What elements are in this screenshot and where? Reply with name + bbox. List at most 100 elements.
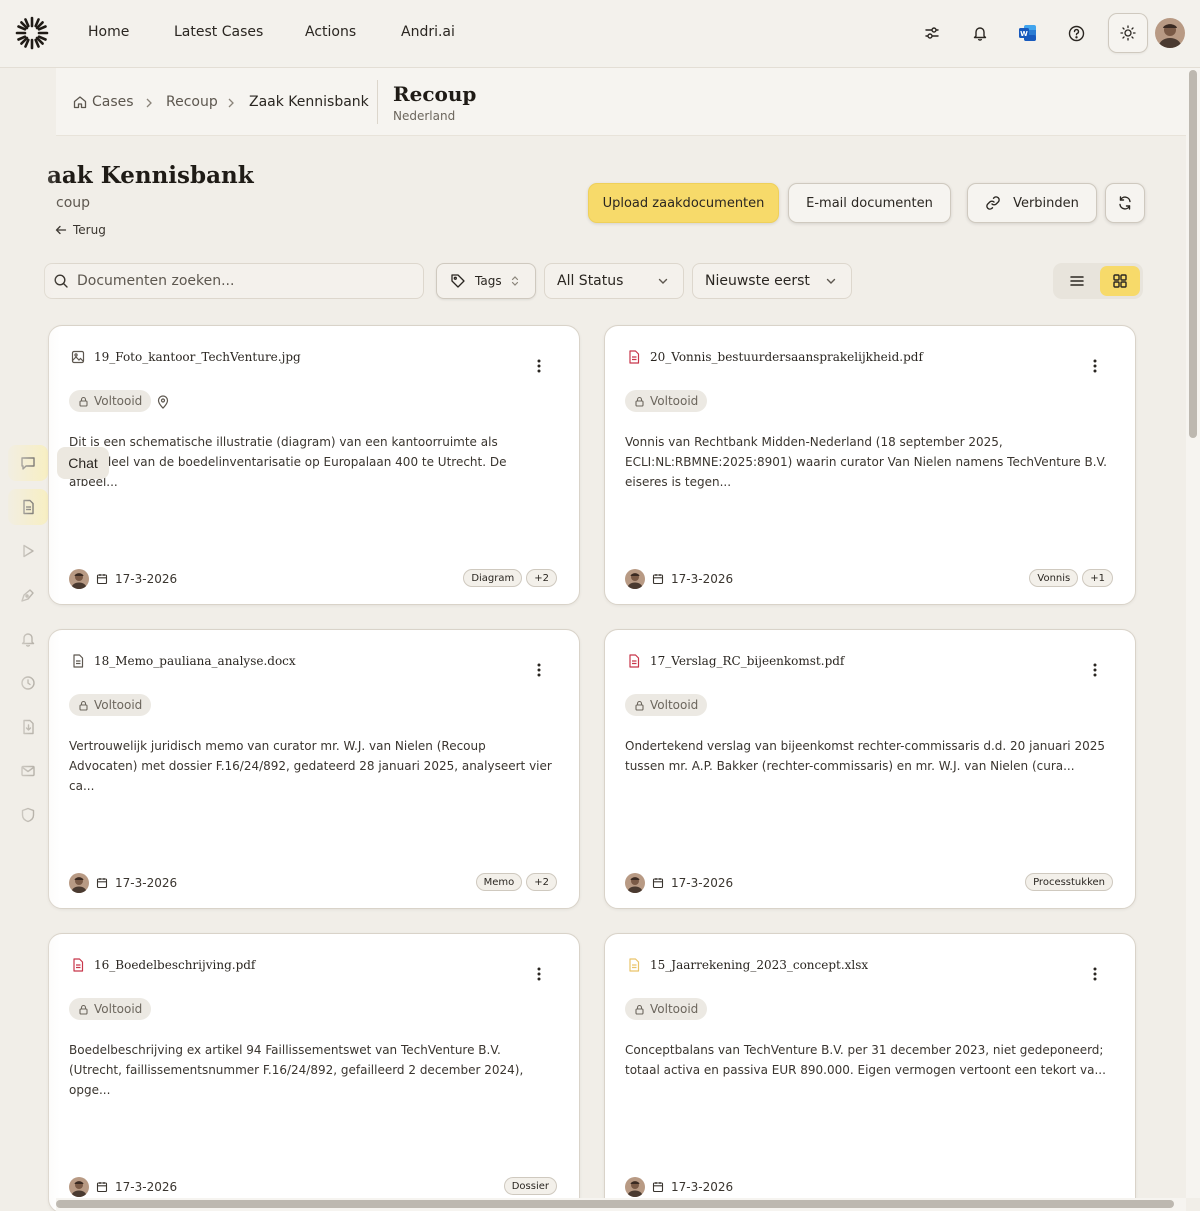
link-icon [986, 196, 1000, 210]
location-pin-icon[interactable] [157, 394, 169, 413]
status-label: Voltooid [650, 394, 699, 408]
upload-documents-button[interactable]: Upload zaakdocumenten [588, 183, 779, 223]
list-view-button[interactable] [1057, 266, 1097, 296]
more-options-icon[interactable] [531, 964, 547, 984]
document-date-value: 17-3-2026 [671, 876, 734, 890]
grid-view-button[interactable] [1100, 266, 1140, 296]
bell-icon [21, 633, 35, 647]
document-tag[interactable]: Processtukken [1025, 873, 1113, 891]
document-filename: 16_Boedelbeschrijving.pdf [94, 958, 256, 972]
search-input[interactable] [77, 264, 417, 298]
play-icon [23, 544, 34, 558]
bell-icon[interactable] [968, 21, 992, 45]
breadcrumb-recoup[interactable]: Recoup [166, 94, 218, 110]
document-date: 17-3-2026 [652, 1177, 733, 1197]
status-label: Voltooid [650, 1002, 699, 1016]
page-subtitle: coup [56, 195, 91, 211]
lock-icon [78, 1004, 89, 1015]
calendar-icon [652, 573, 664, 585]
document-card[interactable]: 18_Memo_pauliana_analyse.docx Voltooid Ver… [48, 629, 580, 909]
status-badge: Voltooid [625, 998, 708, 1020]
uploader-avatar [625, 569, 645, 589]
sidebar-run-button[interactable] [8, 533, 48, 569]
list-icon [1070, 276, 1084, 286]
document-filename-row[interactable]: 15_Jaarrekening_2023_concept.xlsx [627, 958, 868, 972]
upload-documents-label: Upload zaakdocumenten [602, 195, 765, 211]
more-options-icon[interactable] [531, 356, 547, 376]
theme-toggle-button[interactable] [1108, 13, 1148, 53]
home-icon[interactable] [73, 95, 87, 109]
tags-filter-button[interactable]: Tags [436, 263, 536, 299]
document-date-value: 17-3-2026 [671, 572, 734, 586]
email-documents-button[interactable]: E-mail documenten [788, 183, 951, 223]
help-icon[interactable] [1064, 21, 1088, 45]
document-tag[interactable]: +2 [526, 873, 557, 891]
sidebar-security-button[interactable] [8, 797, 48, 833]
sliders-icon[interactable] [920, 21, 944, 45]
document-filename-row[interactable]: 16_Boedelbeschrijving.pdf [71, 958, 255, 972]
back-link[interactable]: Terug [55, 223, 106, 237]
breadcrumb-current: Zaak Kennisbank [249, 94, 369, 110]
status-select[interactable]: All Status [544, 263, 684, 299]
sidebar-mail-button[interactable] [8, 753, 48, 789]
sort-select[interactable]: Nieuwste eerst [692, 263, 852, 299]
more-options-icon[interactable] [1087, 964, 1103, 984]
case-country: Nederland [393, 109, 456, 123]
breadcrumb-cases[interactable]: Cases [92, 94, 134, 110]
horizontal-scrollbar[interactable] [56, 1200, 1174, 1208]
xlsx-icon [627, 958, 641, 972]
chevron-down-icon [826, 278, 836, 284]
lock-icon [634, 1004, 645, 1015]
tag-icon [451, 274, 465, 288]
document-filename: 17_Verslag_RC_bijeenkomst.pdf [650, 654, 845, 668]
clock-icon [21, 676, 35, 690]
connect-button[interactable]: Verbinden [967, 183, 1097, 223]
document-tag[interactable]: +1 [1082, 569, 1113, 587]
document-tag[interactable]: Vonnis [1029, 569, 1079, 587]
document-filename-row[interactable]: 20_Vonnis_bestuurdersaansprakelijkheid.p… [627, 350, 923, 364]
nav-latest-cases[interactable]: Latest Cases [174, 24, 263, 40]
sidebar-export-button[interactable] [8, 709, 48, 745]
document-filename-row[interactable]: 18_Memo_pauliana_analyse.docx [71, 654, 296, 668]
vertical-scrollbar[interactable] [1189, 70, 1197, 438]
document-tag[interactable]: Memo [475, 873, 523, 891]
document-filename-row[interactable]: 17_Verslag_RC_bijeenkomst.pdf [627, 654, 844, 668]
pdf-icon [627, 350, 641, 364]
document-tag[interactable]: +2 [526, 569, 557, 587]
document-card[interactable]: 19_Foto_kantoor_TechVenture.jpg Voltooid D… [48, 325, 580, 605]
more-options-icon[interactable] [1087, 356, 1103, 376]
lock-icon [634, 396, 645, 407]
document-date: 17-3-2026 [96, 569, 177, 589]
document-date: 17-3-2026 [96, 873, 177, 893]
more-options-icon[interactable] [531, 660, 547, 680]
document-tags: Vonnis +1 [1029, 569, 1113, 587]
chevron-right-icon [146, 98, 152, 108]
andri-logo[interactable] [15, 16, 49, 50]
sidebar-sign-button[interactable] [8, 577, 48, 613]
document-card[interactable]: 17_Verslag_RC_bijeenkomst.pdf Voltooid Ond… [604, 629, 1136, 909]
document-filename-row[interactable]: 19_Foto_kantoor_TechVenture.jpg [71, 350, 301, 364]
case-title: Recoup [393, 82, 477, 106]
document-tag[interactable]: Diagram [463, 569, 523, 587]
search-icon [54, 274, 68, 288]
document-card[interactable]: 20_Vonnis_bestuurdersaansprakelijkheid.p… [604, 325, 1136, 605]
refresh-button[interactable] [1105, 183, 1145, 223]
document-tag[interactable]: Dossier [503, 1177, 557, 1195]
chat-icon [21, 457, 35, 470]
sidebar-history-button[interactable] [8, 665, 48, 701]
document-card[interactable]: 16_Boedelbeschrijving.pdf Voltooid Boedelb… [48, 933, 580, 1211]
nav-andri-ai[interactable]: Andri.ai [401, 24, 455, 40]
sidebar-chat-button[interactable] [8, 445, 48, 481]
user-avatar[interactable] [1155, 18, 1185, 48]
email-documents-label: E-mail documenten [806, 195, 933, 211]
document-card[interactable]: 15_Jaarrekening_2023_concept.xlsx Voltooi… [604, 933, 1136, 1211]
sidebar-documents-button[interactable] [8, 489, 48, 525]
status-label: Voltooid [94, 394, 143, 408]
status-badge: Voltooid [69, 998, 152, 1020]
word-icon[interactable]: W [1016, 21, 1040, 45]
nav-home[interactable]: Home [88, 24, 129, 40]
file-icon [23, 719, 34, 735]
more-options-icon[interactable] [1087, 660, 1103, 680]
sidebar-alerts-button[interactable] [8, 621, 48, 657]
nav-actions[interactable]: Actions [305, 24, 356, 40]
